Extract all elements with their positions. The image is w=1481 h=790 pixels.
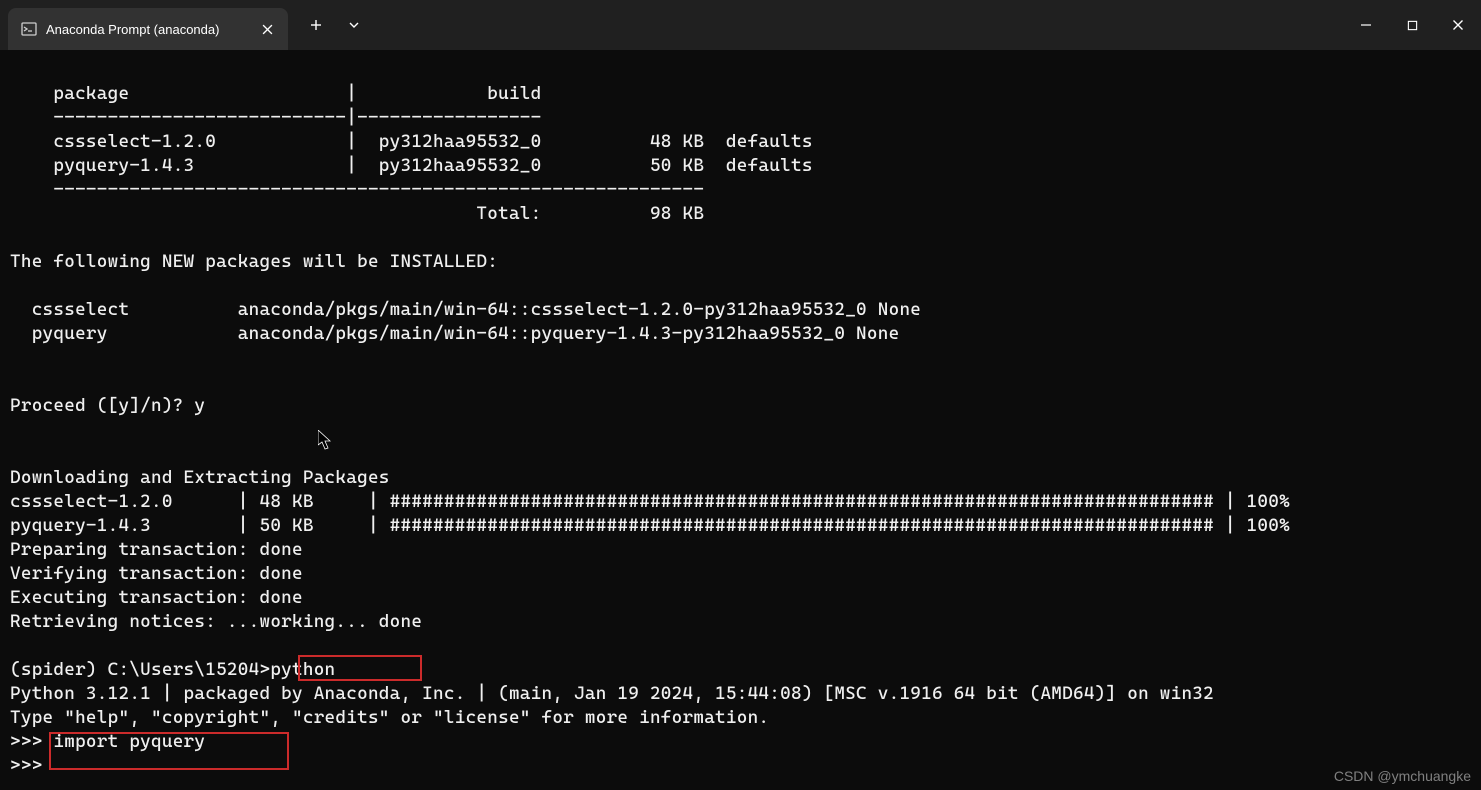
window-controls xyxy=(1343,0,1481,50)
tab-dropdown-button[interactable] xyxy=(336,9,372,41)
terminal-tab[interactable]: Anaconda Prompt (anaconda) xyxy=(8,8,288,50)
close-tab-button[interactable] xyxy=(258,20,276,38)
window-close-button[interactable] xyxy=(1435,0,1481,50)
minimize-button[interactable] xyxy=(1343,0,1389,50)
titlebar: Anaconda Prompt (anaconda) xyxy=(0,0,1481,50)
terminal-icon xyxy=(20,20,38,38)
watermark: CSDN @ymchuangke xyxy=(1334,768,1471,784)
terminal-output[interactable]: package | build ------------------------… xyxy=(0,50,1481,786)
titlebar-drag-area[interactable] xyxy=(372,0,1343,50)
new-tab-button[interactable] xyxy=(298,9,334,41)
tab-actions xyxy=(298,0,372,50)
maximize-button[interactable] xyxy=(1389,0,1435,50)
tab-title: Anaconda Prompt (anaconda) xyxy=(46,22,250,37)
